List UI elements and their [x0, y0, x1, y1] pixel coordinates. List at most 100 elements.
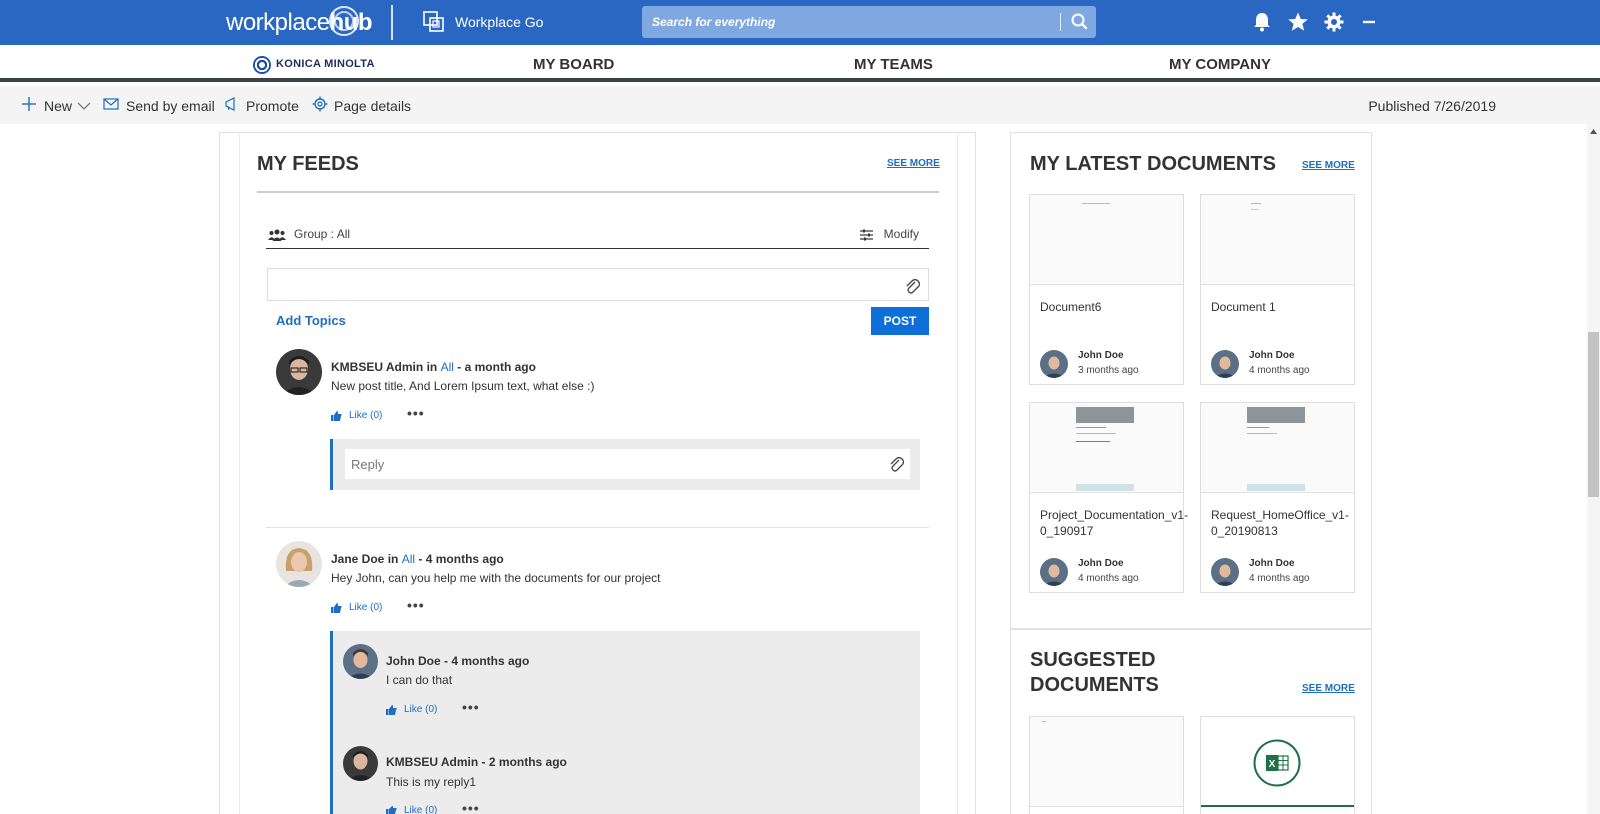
gear-icon[interactable]: [1323, 11, 1345, 33]
avatar[interactable]: [276, 541, 322, 587]
command-bar: New Send by email Promote Page details P…: [0, 86, 1600, 124]
search-input[interactable]: Search for everything: [652, 15, 775, 29]
modify-button[interactable]: Modify: [884, 227, 919, 241]
mail-icon[interactable]: [103, 96, 119, 112]
post-separator: [266, 527, 929, 528]
published-date: Published 7/26/2019: [1368, 98, 1496, 114]
document-thumbnail: [1201, 195, 1354, 285]
post-text: Hey John, can you help me with the docum…: [331, 571, 661, 585]
plus-icon[interactable]: [21, 96, 37, 112]
thumbs-up-icon[interactable]: [386, 806, 397, 814]
paperclip-icon[interactable]: [888, 455, 904, 473]
page-details-button[interactable]: Page details: [334, 98, 411, 114]
send-by-email-button[interactable]: Send by email: [126, 98, 215, 114]
settings-icon[interactable]: [312, 96, 328, 112]
document-thumbnail: [1030, 403, 1183, 493]
like-button[interactable]: Like (0): [404, 704, 437, 715]
more-options-icon[interactable]: •••: [407, 597, 425, 613]
document-time: 4 months ago: [1249, 365, 1310, 376]
search-box[interactable]: Search for everything: [642, 6, 1096, 38]
thumbs-up-icon[interactable]: [386, 705, 397, 715]
svg-text:X: X: [1269, 759, 1276, 770]
post-group-link[interactable]: All: [402, 552, 415, 566]
post-time: - 4 months ago: [418, 552, 504, 566]
workplace-go-label[interactable]: Workplace Go: [455, 14, 543, 30]
excel-icon: X: [1253, 739, 1301, 787]
post-button[interactable]: POST: [871, 307, 929, 335]
feeds-title: MY FEEDS: [257, 153, 359, 175]
nav-my-board[interactable]: MY BOARD: [533, 56, 614, 73]
chevron-down-icon[interactable]: [76, 98, 92, 114]
document-time: 4 months ago: [1249, 573, 1310, 584]
like-button[interactable]: Like (0): [349, 410, 382, 421]
paperclip-icon[interactable]: [904, 277, 920, 295]
post-author[interactable]: Jane Doe: [331, 552, 384, 566]
document-thumbnail: X: [1201, 717, 1354, 807]
workplace-go-icon[interactable]: [423, 11, 445, 33]
reply-text: I can do that: [386, 673, 453, 687]
avatar: [1211, 558, 1239, 586]
document-thumbnail: [1201, 403, 1354, 493]
more-options-icon[interactable]: •••: [407, 405, 425, 421]
promote-button[interactable]: Promote: [246, 98, 299, 114]
top-divider: [391, 5, 393, 40]
megaphone-icon[interactable]: [224, 96, 240, 112]
document-name[interactable]: Project_Documentation_v1-0_190917: [1040, 507, 1188, 539]
like-button[interactable]: Like (0): [404, 805, 437, 814]
add-topics-link[interactable]: Add Topics: [276, 313, 346, 328]
reply-header: KMBSEU Admin - 2 months ago: [386, 755, 567, 769]
top-bar: workplacehub Workplace Go Search for eve…: [0, 0, 1600, 45]
group-filter-bar[interactable]: Group : All Modify: [266, 223, 929, 249]
thumbs-up-icon[interactable]: [331, 411, 342, 421]
more-options-icon[interactable]: •••: [462, 800, 480, 814]
logo-text-light: workplace: [226, 9, 330, 36]
sliders-icon[interactable]: [860, 229, 873, 241]
star-icon[interactable]: [1287, 11, 1309, 33]
document-name[interactable]: Request_HomeOffice_v1-0_20190813: [1211, 507, 1351, 539]
post-in: in: [426, 360, 438, 374]
document-name[interactable]: Document6: [1040, 299, 1180, 315]
post-group-link[interactable]: All: [441, 360, 454, 374]
document-thumbnail: [1030, 717, 1183, 807]
avatar[interactable]: [343, 644, 378, 679]
document-thumbnail: [1030, 195, 1183, 285]
avatar[interactable]: [276, 349, 322, 395]
document-card[interactable]: Document6 John Doe 3 months ago: [1029, 194, 1184, 385]
post-time: - a month ago: [457, 360, 536, 374]
document-card[interactable]: [1029, 716, 1184, 814]
search-icon[interactable]: [1066, 10, 1092, 34]
minimize-icon[interactable]: [1358, 11, 1380, 33]
reply-placeholder: Reply: [351, 457, 385, 472]
post-author[interactable]: KMBSEU Admin: [331, 360, 423, 374]
reply-text: This is my reply1: [386, 775, 477, 789]
reply-input[interactable]: Reply: [345, 449, 910, 479]
latest-documents-see-more-link[interactable]: SEE MORE: [1302, 160, 1355, 171]
suggested-documents-see-more-link[interactable]: SEE MORE: [1302, 683, 1355, 694]
document-name[interactable]: Document 1: [1211, 299, 1351, 315]
new-post-input[interactable]: [267, 268, 929, 301]
brand-name: KONICA MINOLTA: [276, 58, 375, 70]
feeds-see-more-link[interactable]: SEE MORE: [887, 158, 940, 169]
avatar[interactable]: [343, 746, 378, 781]
thumbs-up-icon[interactable]: [331, 603, 342, 613]
document-card[interactable]: Project_Documentation_v1-0_190917 John D…: [1029, 402, 1188, 593]
document-author: John Doe: [1078, 558, 1124, 569]
scroll-up-icon[interactable]: [1590, 129, 1597, 134]
like-button[interactable]: Like (0): [349, 602, 382, 613]
scrollbar-thumb[interactable]: [1588, 332, 1599, 497]
document-author: John Doe: [1078, 350, 1124, 361]
latest-documents-title: MY LATEST DOCUMENTS: [1030, 153, 1276, 175]
document-time: 3 months ago: [1078, 365, 1139, 376]
document-card[interactable]: X: [1200, 716, 1355, 814]
reply-header: John Doe - 4 months ago: [386, 654, 530, 668]
more-options-icon[interactable]: •••: [462, 699, 480, 715]
reply-box: Reply: [330, 439, 920, 490]
bell-icon[interactable]: [1251, 11, 1273, 33]
nav-my-teams[interactable]: MY TEAMS: [854, 56, 933, 73]
nav-my-company[interactable]: MY COMPANY: [1169, 56, 1271, 73]
post-header: Jane Doe in All - 4 months ago: [331, 552, 504, 566]
document-card[interactable]: Request_HomeOffice_v1-0_20190813 John Do…: [1200, 402, 1355, 593]
document-card[interactable]: Document 1 John Doe 4 months ago: [1200, 194, 1355, 385]
document-author: John Doe: [1249, 558, 1295, 569]
new-button[interactable]: New: [44, 98, 72, 114]
